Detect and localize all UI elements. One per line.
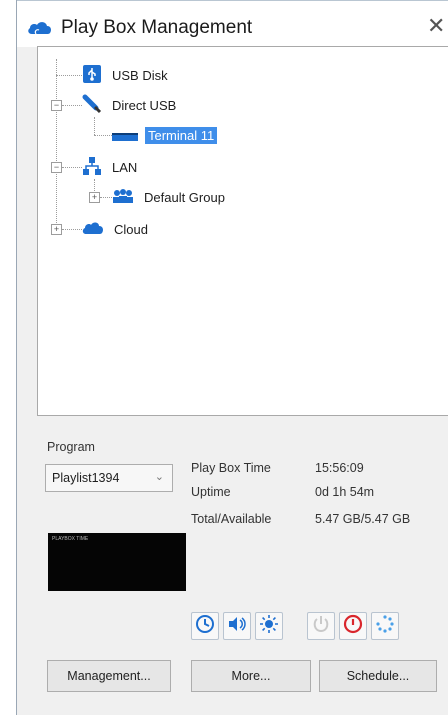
program-select-value: Playlist1394 [52,471,120,485]
shutdown-button[interactable] [339,612,367,640]
play-box-window: Play Box Management ✕ − − + + USB Disk D… [16,0,448,715]
brightness-icon [259,614,279,639]
tree-connector [56,59,57,229]
play-box-time-label: Play Box Time [191,461,271,475]
direct-usb-label: Direct USB [112,97,177,113]
schedule-button[interactable]: Schedule... [319,660,437,692]
tree-item-lan[interactable]: LAN [82,155,140,179]
tree-connector [94,117,95,135]
close-button[interactable]: ✕ [427,15,445,37]
tree-connector [62,229,82,230]
tree-connector [94,135,112,136]
cloud-expand-toggle[interactable]: + [51,224,62,235]
tree-item-direct-usb[interactable]: Direct USB [82,93,179,117]
lan-label: LAN [112,159,138,175]
tree-connector [62,167,82,168]
group-icon [112,188,134,206]
chevron-down-icon: ⌄ [154,471,164,483]
device-tree[interactable]: − − + + USB Disk Direct USB Terminal 11 [37,46,448,416]
refresh-button[interactable] [371,612,399,640]
usb-disk-icon [82,64,102,87]
direct-usb-collapse-toggle[interactable]: − [51,100,62,111]
cloud-icon [82,221,104,238]
uptime-value: 0d 1h 54m [315,485,375,499]
tree-item-usb-disk[interactable]: USB Disk [82,63,171,87]
usb-cable-icon [82,94,102,117]
program-preview: PLAYBOX TIME [48,533,186,591]
storage-value: 5.47 GB/5.47 GB [315,512,411,526]
power-button[interactable] [307,612,335,640]
storage-label: Total/Available [191,512,272,526]
terminal-device-icon [112,127,138,144]
preview-text: PLAYBOX TIME [52,536,89,542]
tree-item-terminal[interactable]: Terminal 11 [112,123,218,147]
tree-connector [62,105,82,106]
tree-connector [100,197,112,198]
terminal-label: Terminal 11 [145,126,218,144]
default-group-label: Default Group [144,189,225,205]
power-icon [311,614,331,639]
program-label: Program [47,440,95,454]
speaker-icon [227,614,247,639]
tree-connector [56,75,82,76]
brightness-button[interactable] [255,612,283,640]
volume-button[interactable] [223,612,251,640]
uptime-label: Uptime [191,485,231,499]
usb-disk-label: USB Disk [112,67,168,83]
cloud-label: Cloud [114,221,148,237]
play-box-time-value: 15:56:09 [315,461,364,475]
network-icon [82,156,102,179]
window-title: Play Box Management [61,17,253,38]
tree-item-cloud[interactable]: Cloud [82,217,151,241]
tree-item-default-group[interactable]: Default Group [112,185,228,209]
loading-icon [375,614,395,639]
lan-collapse-toggle[interactable]: − [51,162,62,173]
cloud-app-icon [27,21,53,40]
program-select[interactable]: Playlist1394 ⌄ [45,464,173,492]
clock-icon [195,614,215,639]
more-button[interactable]: More... [191,660,311,692]
clock-button[interactable] [191,612,219,640]
management-button[interactable]: Management... [47,660,171,692]
title-bar: Play Box Management ✕ [17,0,448,47]
default-group-expand-toggle[interactable]: + [89,192,100,203]
shutdown-icon [343,614,363,639]
